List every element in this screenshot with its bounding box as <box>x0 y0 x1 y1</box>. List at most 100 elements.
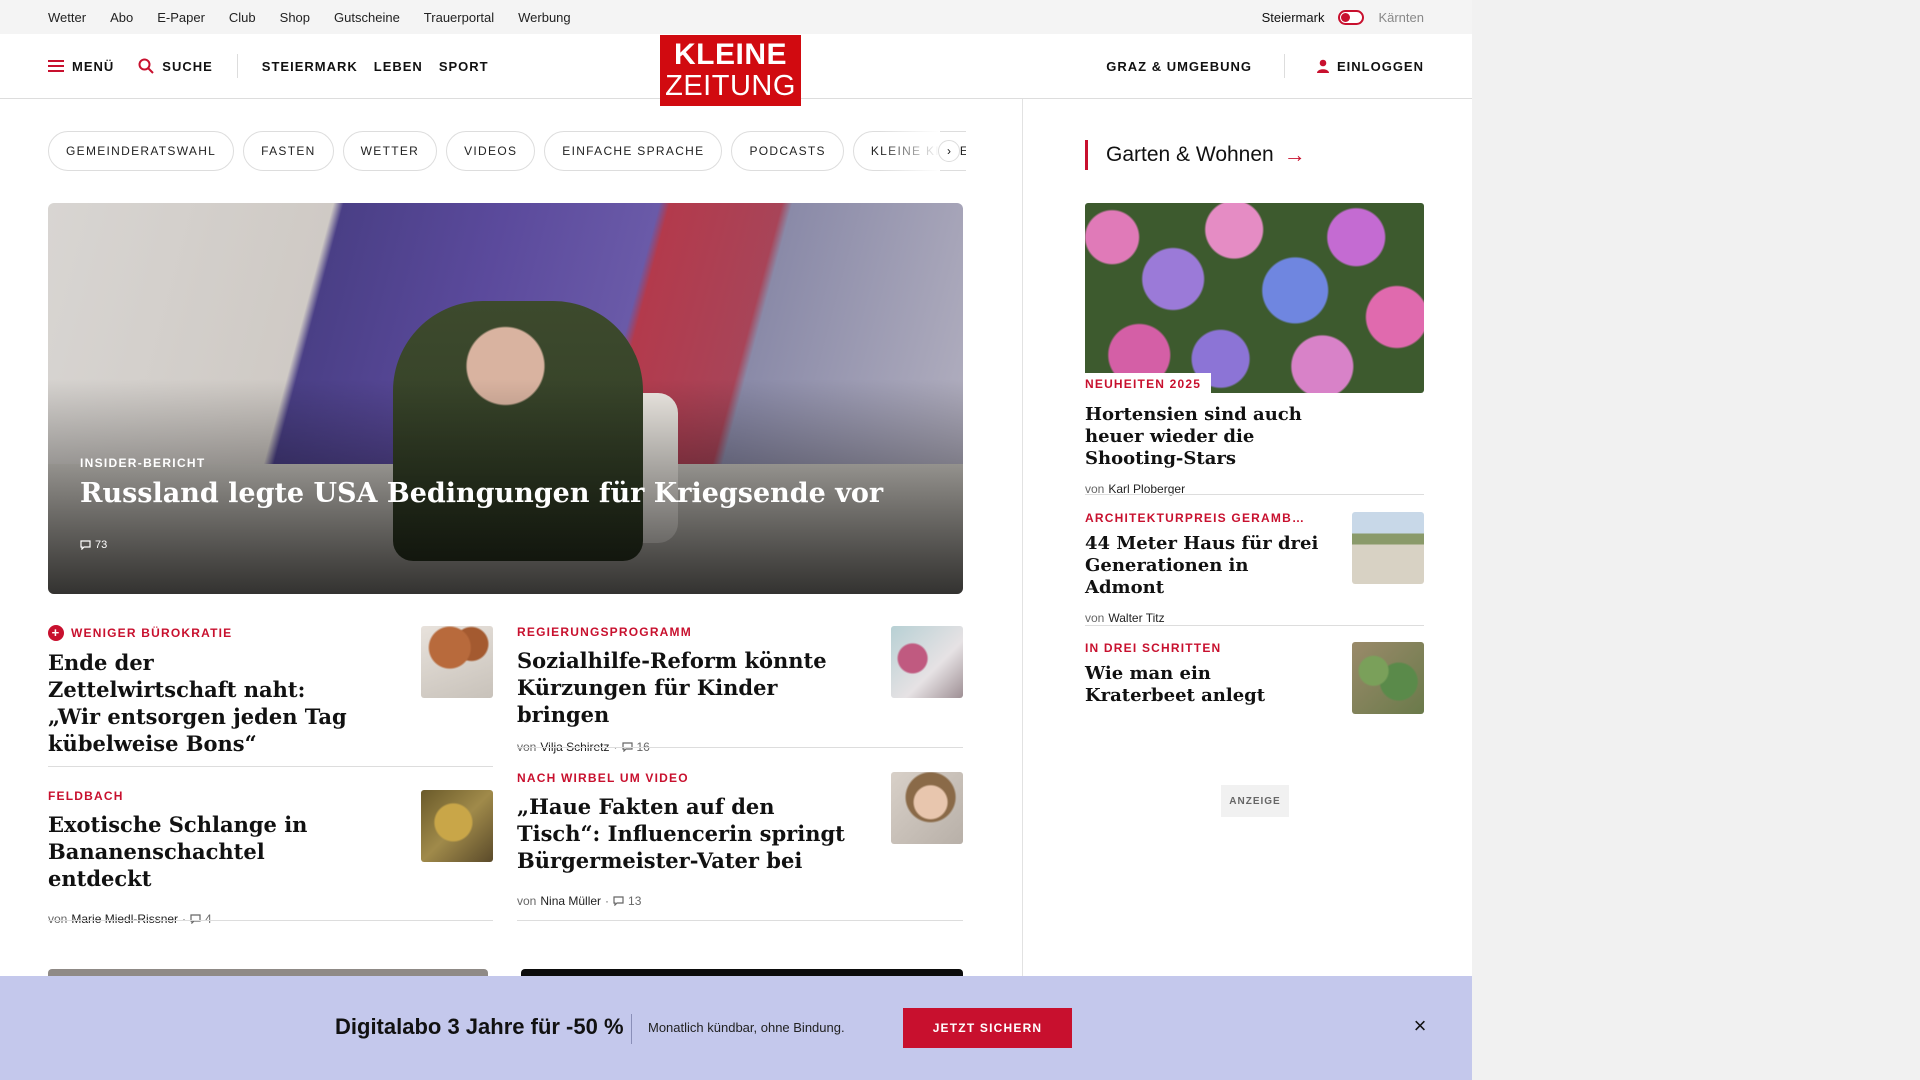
sidebar-article-author[interactable]: Walter Titz <box>1108 611 1164 625</box>
article-meta: von Nina Müller · 13 <box>517 894 847 908</box>
sidebar-section-title: Garten & Wohnen <box>1106 143 1274 166</box>
nav-sport[interactable]: SPORT <box>439 59 489 74</box>
utility-link-shop[interactable]: Shop <box>280 10 310 25</box>
header-divider <box>236 54 238 78</box>
region-switch: Steiermark Kärnten <box>1262 0 1424 34</box>
article-teaser[interactable]: NACH WIRBEL UM VIDEO „Haue Fakten auf de… <box>517 771 847 908</box>
article-title[interactable]: Exotische Schlange in Bananenschachtel e… <box>48 811 368 892</box>
article-kicker: + WENIGER BÜROKRATIE <box>48 625 348 641</box>
login-label: EINLOGGEN <box>1336 58 1424 74</box>
chevron-right-icon: › <box>947 144 951 158</box>
sidebar-teaser[interactable]: ARCHITEKTURPREIS GERAMB… 44 Meter Haus f… <box>1085 511 1325 625</box>
logo-line1: KLEINE <box>673 38 787 71</box>
menu-button[interactable]: MENÜ <box>48 59 114 74</box>
sidebar-article-kicker: IN DREI SCHRITTEN <box>1085 641 1222 655</box>
hero-article[interactable]: INSIDER-BERICHT Russland legte USA Bedin… <box>48 203 963 594</box>
arrow-right-icon: → <box>1283 142 1306 167</box>
close-icon[interactable]: × <box>1408 1013 1432 1038</box>
header-left: MENÜ SUCHE STEIERMARK LEBEN SPORT <box>48 34 489 98</box>
article-title[interactable]: „Haue Fakten auf den Tisch“: Influenceri… <box>517 793 847 874</box>
sidebar-article-title[interactable]: 44 Meter Haus für drei Generationen in A… <box>1085 533 1325 599</box>
utility-link-wetter[interactable]: Wetter <box>48 10 86 25</box>
topic-pill[interactable]: WETTER <box>342 131 438 171</box>
article-thumbnail[interactable] <box>421 790 493 862</box>
header-right: GRAZ & UMGEBUNG EINLOGGEN <box>1106 34 1424 98</box>
article-thumbnail[interactable] <box>891 626 963 698</box>
section-marker <box>1085 140 1088 170</box>
sidebar-lead-teaser[interactable]: Hortensien sind auch heuer wieder die Sh… <box>1085 404 1345 496</box>
topic-pill[interactable]: EINFACHE SPRACHE <box>544 131 723 171</box>
hero-comments[interactable]: 73 <box>80 539 107 551</box>
article-teaser[interactable]: + WENIGER BÜROKRATIE Ende der Zettelwirts… <box>48 625 348 757</box>
topic-pill[interactable]: GEMEINDERATSWAHL <box>48 131 235 171</box>
article-author[interactable]: Nina Müller <box>540 894 601 908</box>
sidebar-article-title[interactable]: Wie man ein Kraterbeet anlegt <box>1085 663 1325 707</box>
pills-fade <box>880 131 940 171</box>
utility-link-werbung[interactable]: Werbung <box>518 10 571 25</box>
utility-link-epaper[interactable]: E-Paper <box>157 10 205 25</box>
hero-comment-count: 73 <box>95 539 108 551</box>
article-title[interactable]: Sozialhilfe-Reform könnte Kürzungen für … <box>517 647 857 728</box>
promo-subline: Monatlich kündbar, ohne Bindung. <box>648 1020 845 1035</box>
sidebar-teaser[interactable]: IN DREI SCHRITTEN Wie man ein Kraterbeet… <box>1085 641 1325 707</box>
topic-pill[interactable]: PODCASTS <box>731 131 844 171</box>
sidebar-section-header[interactable]: Garten & Wohnen → <box>1085 140 1306 170</box>
subscription-banner: Digitalabo 3 Jahre für -50 % Monatlich k… <box>0 976 1472 1080</box>
article-title[interactable]: Ende der Zettelwirtschaft naht: „Wir ent… <box>48 649 348 757</box>
article-thumbnail[interactable] <box>421 626 493 698</box>
header-nav: STEIERMARK LEBEN SPORT <box>262 59 489 74</box>
sidebar-article-title[interactable]: Hortensien sind auch heuer wieder die Sh… <box>1085 404 1345 470</box>
region-kaernten[interactable]: Kärnten <box>1378 10 1424 25</box>
user-icon <box>1316 59 1329 73</box>
utility-link-gutscheine[interactable]: Gutscheine <box>334 10 400 25</box>
sidebar-article-meta: von Walter Titz <box>1085 611 1325 625</box>
utility-bar: Wetter Abo E-Paper Club Shop Gutscheine … <box>0 0 1472 34</box>
article-comment-count[interactable]: 4 <box>205 912 212 926</box>
topic-pill[interactable]: VIDEOS <box>446 131 536 171</box>
article-author[interactable]: Marie Miedl-Rissner <box>71 912 178 926</box>
utility-link-abo[interactable]: Abo <box>110 10 133 25</box>
promo-cta-button[interactable]: JETZT SICHERN <box>903 1008 1072 1048</box>
site-logo[interactable]: KLEINE ZEITUNG <box>660 35 801 106</box>
byline-prefix: von <box>1085 611 1105 625</box>
promo-headline: Digitalabo 3 Jahre für -50 % <box>335 1014 624 1039</box>
utility-link-club[interactable]: Club <box>229 10 256 25</box>
article-comment-count[interactable]: 13 <box>628 894 641 908</box>
article-kicker: NACH WIRBEL UM VIDEO <box>517 771 689 785</box>
article-kicker: REGIERUNGSPROGRAMM <box>517 625 692 639</box>
region-link[interactable]: GRAZ & UMGEBUNG <box>1106 59 1252 74</box>
hero-kicker: INSIDER-BERICHT <box>80 456 206 470</box>
login-button[interactable]: EINLOGGEN <box>1316 58 1424 74</box>
byline-prefix: von <box>517 894 537 908</box>
sidebar-thumbnail[interactable] <box>1352 642 1424 714</box>
ad-label: ANZEIGE <box>1221 785 1289 817</box>
article-thumbnail[interactable] <box>891 772 963 844</box>
region-steiermark[interactable]: Steiermark <box>1262 10 1325 25</box>
hero-gradient <box>48 203 963 594</box>
hamburger-icon <box>48 60 64 72</box>
article-separator <box>517 747 963 748</box>
main-header: MENÜ SUCHE STEIERMARK LEBEN SPORT KLEINE… <box>0 34 1472 106</box>
hero-title[interactable]: Russland legte USA Bedingungen für Krieg… <box>80 478 883 509</box>
promo-divider <box>631 1014 632 1044</box>
article-kicker-text: WENIGER BÜROKRATIE <box>71 626 233 640</box>
sidebar-lead-image[interactable] <box>1085 203 1424 393</box>
sidebar-article-kicker: ARCHITEKTURPREIS GERAMB… <box>1085 511 1306 525</box>
search-button[interactable]: SUCHE <box>138 58 213 74</box>
menu-label: MENÜ <box>72 58 115 74</box>
sidebar-thumbnail[interactable] <box>1352 512 1424 584</box>
article-teaser[interactable]: FELDBACH Exotische Schlange in Bananensc… <box>48 789 368 926</box>
comment-icon <box>80 540 91 550</box>
article-meta: von Marie Miedl-Rissner · 4 <box>48 912 368 926</box>
utility-link-trauerportal[interactable]: Trauerportal <box>424 10 494 25</box>
sidebar-separator <box>1085 494 1424 495</box>
pills-next-button[interactable]: › <box>938 140 960 162</box>
region-toggle[interactable] <box>1338 9 1365 25</box>
utility-links: Wetter Abo E-Paper Club Shop Gutscheine … <box>48 0 571 34</box>
nav-steiermark[interactable]: STEIERMARK <box>262 59 358 74</box>
article-teaser[interactable]: REGIERUNGSPROGRAMM Sozialhilfe-Reform kö… <box>517 625 857 754</box>
nav-leben[interactable]: LEBEN <box>374 59 423 74</box>
topic-pill[interactable]: FASTEN <box>243 131 334 171</box>
article-kicker: FELDBACH <box>48 789 124 803</box>
sidebar-separator <box>1085 625 1424 626</box>
